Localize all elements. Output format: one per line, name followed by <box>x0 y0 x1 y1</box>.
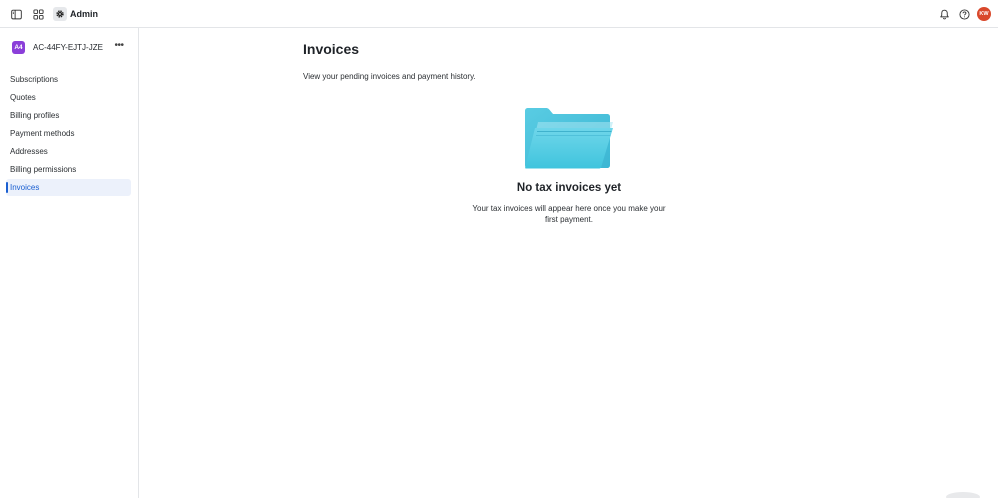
account-switcher[interactable]: A4 AC-44FY-EJTJ-JZE ••• <box>12 41 130 55</box>
sidebar-item-label: Billing profiles <box>10 111 60 120</box>
page-subtitle: View your pending invoices and payment h… <box>303 72 476 81</box>
sidebar-item-label: Invoices <box>10 183 40 192</box>
sidebar-nav: Subscriptions Quotes Billing profiles Pa… <box>0 71 139 197</box>
top-bar: Admin KW <box>0 0 998 28</box>
corner-decoration <box>946 492 980 498</box>
bell-icon[interactable] <box>937 7 951 21</box>
sidebar-item-label: Addresses <box>10 147 48 156</box>
sidebar-item-billing-profiles[interactable]: Billing profiles <box>0 107 139 125</box>
apps-grid-icon[interactable] <box>31 7 45 21</box>
user-avatar[interactable]: KW <box>977 7 991 21</box>
sidebar-item-label: Billing permissions <box>10 165 77 174</box>
help-icon[interactable] <box>957 7 971 21</box>
sidebar-item-quotes[interactable]: Quotes <box>0 89 139 107</box>
sidebar-item-invoices[interactable]: Invoices <box>0 179 139 197</box>
sidebar: A4 AC-44FY-EJTJ-JZE ••• Subscriptions Qu… <box>0 28 139 498</box>
sidebar-toggle-icon[interactable] <box>9 7 23 21</box>
sidebar-item-label: Subscriptions <box>10 75 59 84</box>
sidebar-item-payment-methods[interactable]: Payment methods <box>0 125 139 143</box>
empty-state-title: No tax invoices yet <box>516 182 622 194</box>
more-options-icon[interactable]: ••• <box>113 41 125 54</box>
sidebar-item-label: Payment methods <box>10 129 75 138</box>
folder-icon <box>524 107 614 169</box>
empty-state-description: Your tax invoices will appear here once … <box>472 204 666 224</box>
page-title: Invoices <box>303 41 360 57</box>
gear-icon <box>56 10 64 18</box>
sidebar-item-addresses[interactable]: Addresses <box>0 143 139 161</box>
app-title[interactable]: Admin <box>70 8 98 20</box>
sidebar-item-subscriptions[interactable]: Subscriptions <box>0 71 139 89</box>
sidebar-item-billing-permissions[interactable]: Billing permissions <box>0 161 139 179</box>
admin-gear-badge[interactable] <box>53 7 67 21</box>
sidebar-item-label: Quotes <box>10 93 36 102</box>
active-item-indicator <box>6 182 8 193</box>
account-badge: A4 <box>12 41 25 54</box>
account-name: AC-44FY-EJTJ-JZE <box>33 43 103 52</box>
